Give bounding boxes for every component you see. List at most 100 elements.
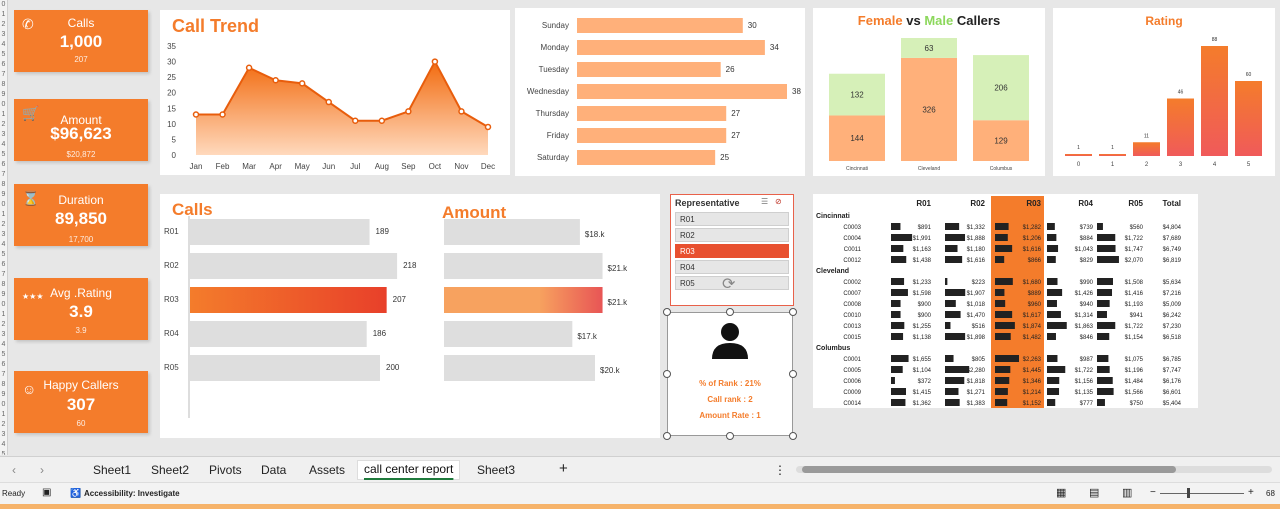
pivot-cell: $1,888	[967, 236, 986, 242]
y-tick-label: 25	[167, 73, 176, 82]
weekday-bar	[577, 128, 727, 143]
pivot-cell: $6,819	[1163, 258, 1182, 264]
sheet-tab-active[interactable]: call center report	[357, 460, 461, 480]
pivot-data-bar	[891, 278, 905, 285]
pivot-cell: $6,242	[1163, 313, 1182, 319]
pivot-data-bar	[891, 256, 907, 263]
horizontal-scrollbar[interactable]	[796, 466, 1272, 473]
resize-handle[interactable]	[663, 370, 671, 378]
pivot-cell: $889	[1028, 291, 1042, 297]
pivot-header: R02	[970, 199, 985, 208]
pivot-cell: $1,416	[1125, 291, 1144, 297]
pivot-data-bar	[1097, 388, 1114, 395]
zoom-level[interactable]: 68	[1266, 489, 1275, 498]
pivot-cell: $891	[918, 225, 932, 231]
page-break-icon[interactable]: ▥	[1122, 486, 1132, 499]
sheet-tab[interactable]: Pivots	[209, 463, 242, 477]
row-number: 4	[1, 141, 6, 148]
row-number: 0	[1, 201, 6, 208]
pivot-data-bar	[945, 245, 958, 252]
resize-handle[interactable]	[789, 370, 797, 378]
clear-filter-icon[interactable]: ⊘	[775, 197, 782, 206]
pivot-cell: $1,598	[913, 291, 932, 297]
pivot-cell: $1,383	[967, 401, 986, 407]
kpi-amount-card: 🛒 Amount $96,623 $20,872	[14, 99, 148, 161]
resize-handle[interactable]	[663, 308, 671, 316]
pivot-cell: $987	[1080, 357, 1094, 363]
multi-select-icon[interactable]: ☰	[761, 197, 768, 206]
sheet-tab[interactable]: Sheet1	[93, 463, 131, 477]
resize-handle[interactable]	[663, 432, 671, 440]
sheet-tab[interactable]: Sheet3	[477, 463, 515, 477]
pivot-cell: $4,804	[1163, 225, 1182, 231]
row-number: 0	[1, 101, 6, 108]
prev-sheet-icon[interactable]: ‹	[12, 463, 16, 477]
pivot-data-bar	[945, 333, 966, 340]
row-number: 0	[1, 401, 6, 408]
weekday-bar	[577, 62, 721, 77]
male-value: 132	[850, 91, 864, 100]
add-sheet-icon[interactable]: +	[559, 460, 568, 477]
sheet-tab[interactable]: Data	[261, 463, 286, 477]
resize-handle[interactable]	[726, 308, 734, 316]
sheet-tab[interactable]: Sheet2	[151, 463, 189, 477]
macro-record-icon[interactable]: ▣	[42, 487, 51, 498]
zoom-in-icon[interactable]: +	[1248, 487, 1254, 498]
scrollbar-thumb[interactable]	[802, 466, 1176, 473]
amount-value: $21.k	[608, 298, 629, 307]
next-sheet-icon[interactable]: ›	[40, 463, 44, 477]
slicer-item[interactable]: R02	[675, 228, 789, 242]
row-number: 1	[1, 311, 6, 318]
male-value: 63	[925, 44, 934, 53]
resize-handle[interactable]	[789, 308, 797, 316]
rating-bar	[1099, 154, 1126, 156]
pivot-cell: $1,566	[1125, 390, 1144, 396]
zoom-slider[interactable]	[1160, 493, 1244, 494]
pivot-data-bar	[995, 234, 1008, 241]
calls-value: 189	[376, 227, 390, 236]
trend-point	[245, 64, 253, 72]
calls-value: 218	[403, 261, 417, 270]
pivot-cell: $223	[972, 280, 986, 286]
page-layout-icon[interactable]: ▤	[1089, 486, 1099, 499]
pivot-cell: $6,601	[1163, 390, 1182, 396]
calls-rep-label: R03	[164, 295, 179, 304]
calls-bar	[190, 253, 398, 279]
more-options-icon[interactable]: ⋮	[774, 463, 786, 477]
weekday-label: Tuesday	[539, 65, 569, 74]
normal-view-icon[interactable]: ▦	[1056, 486, 1066, 499]
zoom-out-icon[interactable]: −	[1150, 487, 1156, 498]
slicer-item[interactable]: R04	[675, 260, 789, 274]
row-number: 3	[1, 431, 6, 438]
row-number: 7	[1, 171, 6, 178]
pivot-row-id: C0006	[843, 379, 861, 385]
weekday-label: Monday	[541, 43, 569, 52]
trend-point	[352, 117, 359, 124]
pivot-cell: $1,655	[913, 357, 932, 363]
weekday-bar	[577, 18, 743, 33]
zoom-slider-thumb[interactable]	[1187, 488, 1190, 498]
weekday-value: 38	[792, 87, 801, 96]
weekday-label: Friday	[547, 131, 569, 140]
rotate-handle-icon[interactable]: ⟳	[722, 274, 735, 294]
pivot-header: R03	[1026, 199, 1041, 208]
row-number: 7	[1, 71, 6, 78]
weekday-chart: Sunday 30 Monday 34 Tuesday 26 Wednesday 38 Thur…	[527, 18, 801, 165]
rep-info-card[interactable]: % of Rank : 21% Call rank : 2 Amount Rat…	[667, 312, 793, 436]
row-number: 3	[1, 31, 6, 38]
slicer-item[interactable]: R01	[675, 212, 789, 226]
pivot-data-bar	[945, 366, 970, 373]
row-number: 2	[1, 421, 6, 428]
kpi-calls-title: Calls	[67, 16, 95, 30]
trend-point	[378, 117, 386, 124]
sheet-tab[interactable]: Assets	[309, 463, 345, 477]
resize-handle[interactable]	[726, 432, 734, 440]
accessibility-icon[interactable]: ♿	[70, 488, 81, 499]
resize-handle[interactable]	[789, 432, 797, 440]
accessibility-status[interactable]: Accessibility: Investigate	[84, 489, 180, 498]
pivot-cell: $1,818	[967, 379, 986, 385]
slicer-item-selected[interactable]: R03	[675, 244, 789, 258]
pivot-data-bar	[1097, 234, 1116, 241]
amount-bar	[444, 287, 603, 313]
pivot-cell: $1,907	[967, 291, 986, 297]
